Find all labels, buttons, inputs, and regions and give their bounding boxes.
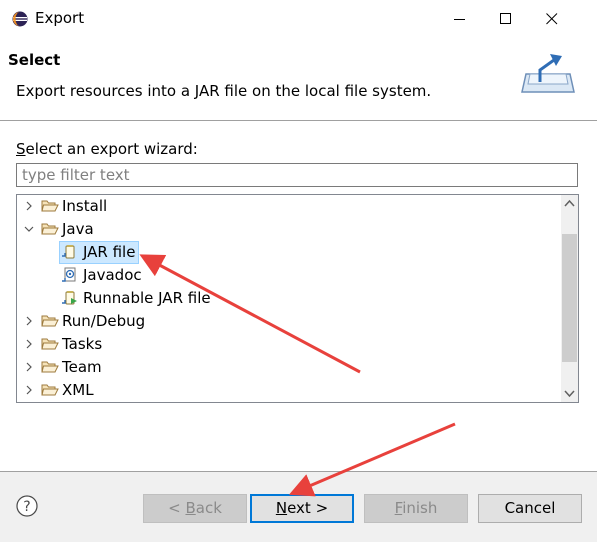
minimize-button[interactable] (437, 0, 483, 38)
button-bar: ? < Back Next > Finish Cancel (0, 472, 597, 542)
tree-item-java[interactable]: Java (17, 218, 562, 241)
jar-file-icon (62, 245, 75, 259)
chevron-down-icon[interactable] (23, 223, 35, 235)
export-wizard-icon (521, 54, 575, 93)
page-title: Select (8, 51, 61, 69)
tree-item-install[interactable]: Install (17, 195, 562, 218)
tree-item-label: Team (62, 358, 102, 376)
tree-item-label: Run/Debug (62, 312, 146, 330)
help-icon[interactable]: ? (16, 495, 38, 517)
scroll-down-icon[interactable] (561, 385, 578, 402)
svg-text:?: ? (23, 499, 30, 515)
tree-item-javadoc[interactable]: Javadoc (17, 264, 562, 287)
javadoc-icon (62, 267, 76, 282)
eclipse-icon (12, 11, 28, 27)
tree-item-label: Tasks (62, 335, 103, 353)
minimize-icon (454, 19, 465, 20)
filter-input[interactable] (16, 163, 578, 187)
tree-item-tasks[interactable]: Tasks (17, 333, 562, 356)
chevron-right-icon[interactable] (23, 384, 35, 396)
scroll-up-icon[interactable] (561, 195, 578, 212)
tree-item-label: Install (62, 197, 108, 215)
finish-button[interactable]: Finish (364, 494, 468, 523)
tree-scrollbar[interactable] (561, 195, 578, 402)
folder-icon (41, 338, 59, 350)
tree-item-label: JAR file (83, 243, 136, 261)
tree-item-label: Java (62, 220, 94, 238)
tree-item-xml[interactable]: XML (17, 379, 562, 402)
folder-icon (41, 384, 59, 396)
tree-item-label: Javadoc (83, 266, 142, 284)
folder-icon (41, 200, 59, 212)
window-title: Export (35, 9, 85, 27)
cancel-button[interactable]: Cancel (478, 494, 582, 523)
tree-item-team[interactable]: Team (17, 356, 562, 379)
wizard-tree[interactable]: Install Java JAR file Javadoc Runnable J… (16, 194, 579, 403)
tree-item-jar-file[interactable]: JAR file (17, 241, 562, 264)
scrollbar-thumb[interactable] (562, 234, 577, 362)
folder-icon (41, 361, 59, 373)
wizard-content: Select an export wizard: Install Java JA… (0, 121, 597, 471)
tree-item-label: Runnable JAR file (83, 289, 211, 307)
folder-icon (41, 315, 59, 327)
close-icon (546, 13, 558, 25)
chevron-right-icon[interactable] (23, 315, 35, 327)
wizard-select-label: Select an export wizard: (16, 140, 198, 158)
back-button[interactable]: < Back (143, 494, 247, 523)
tree-item-runnable-jar-file[interactable]: Runnable JAR file (17, 287, 562, 310)
title-bar: Export (0, 0, 597, 38)
chevron-right-icon[interactable] (23, 361, 35, 373)
close-button[interactable] (529, 0, 575, 38)
tree-item-run-debug[interactable]: Run/Debug (17, 310, 562, 333)
next-button[interactable]: Next > (250, 494, 354, 523)
chevron-right-icon[interactable] (23, 200, 35, 212)
tree-item-label: XML (62, 381, 94, 399)
page-description: Export resources into a JAR file on the … (16, 82, 432, 100)
maximize-button[interactable] (483, 0, 529, 38)
chevron-right-icon[interactable] (23, 338, 35, 350)
folder-icon (41, 223, 59, 235)
runnable-jar-icon (62, 291, 77, 305)
maximize-icon (500, 13, 511, 24)
export-dialog: Export Select Export resources into a JA… (0, 0, 597, 542)
wizard-banner: Select Export resources into a JAR file … (0, 38, 597, 120)
